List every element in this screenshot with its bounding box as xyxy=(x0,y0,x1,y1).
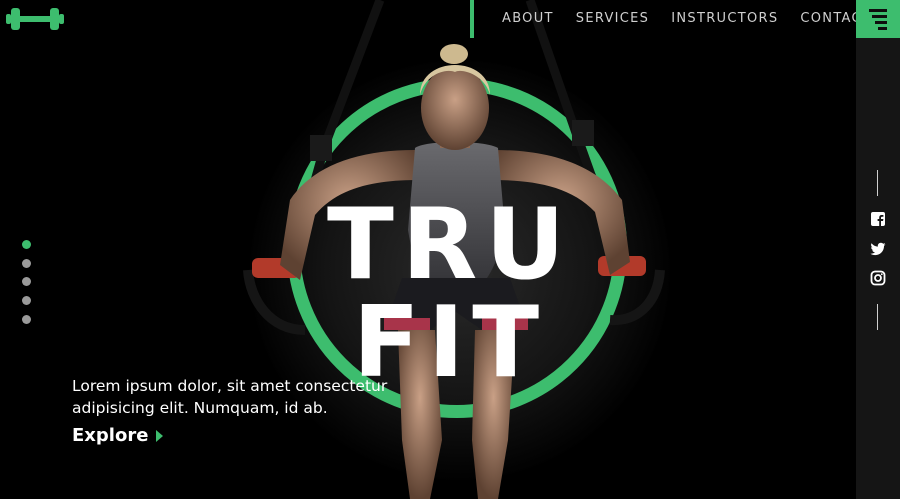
hero-tagline: Lorem ipsum dolor, sit amet consectetur … xyxy=(72,377,388,417)
twitter-icon[interactable] xyxy=(870,241,886,257)
landing-page: TRU FIT ABOUT SERVICES INSTRUCTORS CONTA… xyxy=(0,0,900,499)
slider-dot-5[interactable] xyxy=(22,315,31,324)
explore-button[interactable]: Explore xyxy=(72,425,164,446)
hero-title: TRU FIT xyxy=(327,188,573,400)
slider-dot-3[interactable] xyxy=(22,277,31,286)
hamburger-menu-icon[interactable] xyxy=(856,0,900,38)
facebook-icon[interactable] xyxy=(870,211,886,227)
nav-services[interactable]: SERVICES xyxy=(576,11,649,26)
slider-dot-1[interactable] xyxy=(22,240,31,249)
main-nav: ABOUT SERVICES INSTRUCTORS CONTACT xyxy=(502,11,893,26)
explore-label: Explore xyxy=(72,425,149,446)
nav-instructors[interactable]: INSTRUCTORS xyxy=(671,11,778,26)
nav-divider xyxy=(470,0,474,38)
rail-divider-bottom xyxy=(877,304,878,330)
nav-about[interactable]: ABOUT xyxy=(502,11,554,26)
instagram-icon[interactable] xyxy=(870,270,886,286)
slider-dot-4[interactable] xyxy=(22,296,31,305)
play-arrow-icon xyxy=(156,429,164,442)
slider-dot-2[interactable] xyxy=(22,259,31,268)
dumbbell-icon[interactable] xyxy=(6,6,64,32)
rail-divider-top xyxy=(877,170,878,196)
